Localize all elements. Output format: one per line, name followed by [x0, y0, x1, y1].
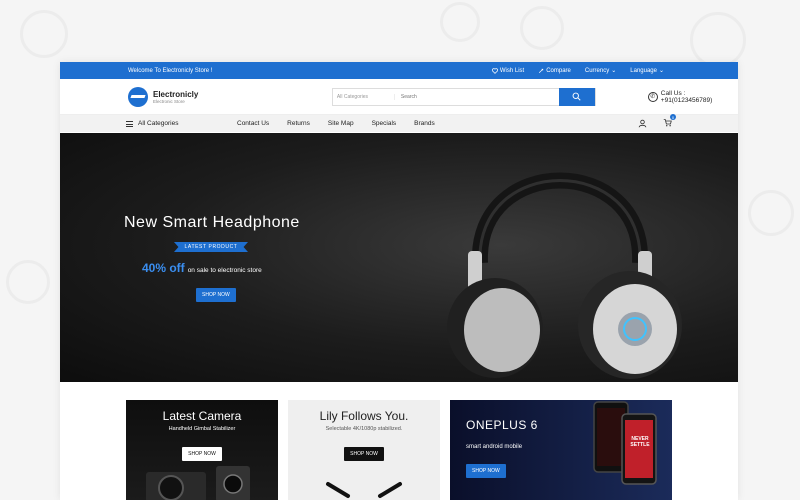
lily-banner-subtitle: Selectable 4K/1080p stabilized.	[325, 426, 403, 432]
brand-tagline: Electronic Store	[153, 98, 185, 104]
all-categories-menu[interactable]: All Categories	[126, 120, 237, 127]
compare-label: Compare	[546, 67, 571, 74]
hero-shop-wrap: SHOP NOW	[196, 283, 236, 302]
logo-icon	[128, 86, 148, 107]
background-decoration	[6, 260, 50, 304]
lily-shop-now-button[interactable]: SHOP NOW	[344, 447, 384, 461]
camera-image	[146, 466, 250, 500]
logo[interactable]: Electronicly Electronic Store	[128, 86, 265, 107]
cart-button[interactable]: 0	[663, 114, 676, 129]
drone-image	[326, 482, 402, 498]
hero-offer: 40% off on sale to electronic store	[142, 261, 262, 275]
oneplus-shop-now-button[interactable]: SHOP NOW	[466, 464, 506, 478]
camera-banner-title: Latest Camera	[162, 409, 242, 423]
wishlist-label: Wish List	[499, 67, 525, 74]
nav-item-specials[interactable]: Specials	[372, 120, 397, 127]
oneplus-banner[interactable]: ONEPLUS 6 smart android mobile SHOP NOW …	[450, 400, 672, 500]
store-page: Welcome To Electronicly Store ! Wish Lis…	[60, 62, 738, 500]
search-category-select[interactable]: All Categories	[333, 93, 395, 100]
chevron-down-icon: ⌄	[611, 68, 617, 74]
camera-banner-subtitle: Handheld Gimbal Stabilizer	[168, 426, 236, 432]
hero-shop-now-button[interactable]: SHOP NOW	[196, 288, 236, 302]
promo-banners: Latest Camera Handheld Gimbal Stabilizer…	[126, 400, 672, 500]
lily-banner[interactable]: Lily Follows You. Selectable 4K/1080p st…	[288, 400, 440, 500]
oneplus-banner-subtitle: smart android mobile	[466, 444, 523, 450]
top-bar: Welcome To Electronicly Store ! Wish Lis…	[60, 62, 738, 79]
hero-title: New Smart Headphone	[124, 214, 300, 231]
hero-offer-text: on sale to electronic store	[187, 267, 262, 274]
search-icon	[572, 92, 581, 101]
background-decoration	[690, 12, 746, 68]
search-button[interactable]	[558, 87, 595, 106]
wishlist-link[interactable]: Wish List	[491, 67, 525, 74]
compare-icon	[539, 68, 544, 73]
background-decoration	[520, 6, 564, 50]
hero-slider: New Smart Headphone LATEST PRODUCT 40% o…	[60, 133, 738, 382]
language-dropdown[interactable]: Language ⌄	[630, 67, 664, 75]
oneplus-banner-title: ONEPLUS 6	[466, 418, 538, 432]
nav-item-contact-us[interactable]: Contact Us	[237, 120, 269, 127]
currency-label: Currency	[584, 67, 610, 74]
chevron-down-icon: ⌄	[658, 68, 664, 74]
phone-screen-text: NEVER SETTLE	[630, 436, 650, 448]
compare-link[interactable]: Compare	[538, 67, 571, 74]
call-label: Call Us : +91(0123456789)	[660, 89, 713, 104]
header: Electronicly Electronic Store All Catego…	[60, 79, 738, 115]
language-label: Language	[630, 67, 657, 74]
camera-banner[interactable]: Latest Camera Handheld Gimbal Stabilizer…	[126, 400, 278, 500]
background-decoration	[20, 10, 68, 58]
nav-menu: Contact Us Returns Site Map Specials Bra…	[237, 120, 435, 127]
main-nav: All Categories Contact Us Returns Site M…	[60, 114, 738, 132]
cart-count-badge: 0	[670, 114, 676, 120]
search-input[interactable]	[394, 93, 559, 100]
nav-item-brands[interactable]: Brands	[414, 120, 435, 127]
lily-banner-title: Lily Follows You.	[319, 409, 409, 423]
all-categories-label: All Categories	[138, 120, 179, 127]
brand-name: Electronicly	[153, 89, 199, 99]
call-us: ✆ Call Us : +91(0123456789)	[647, 89, 738, 104]
heart-icon	[491, 67, 498, 74]
welcome-text: Welcome To Electronicly Store !	[128, 67, 213, 74]
phone-icon: ✆	[647, 91, 658, 102]
user-icon[interactable]	[638, 119, 647, 128]
background-decoration	[748, 190, 794, 236]
phone-image	[593, 401, 657, 485]
hero-offer-percent: 40% off	[142, 261, 185, 275]
background-decoration	[440, 2, 480, 42]
menu-icon	[126, 120, 133, 127]
nav-item-site-map[interactable]: Site Map	[328, 120, 354, 127]
top-links: Wish List Compare Currency ⌄ Language ⌄	[491, 67, 664, 75]
hero-ribbon: LATEST PRODUCT	[174, 242, 248, 252]
nav-item-returns[interactable]: Returns	[287, 120, 310, 127]
headphone-image	[447, 172, 682, 379]
nav-icons: 0	[638, 114, 676, 129]
search-bar: All Categories	[331, 87, 596, 106]
currency-dropdown[interactable]: Currency ⌄	[584, 67, 617, 75]
